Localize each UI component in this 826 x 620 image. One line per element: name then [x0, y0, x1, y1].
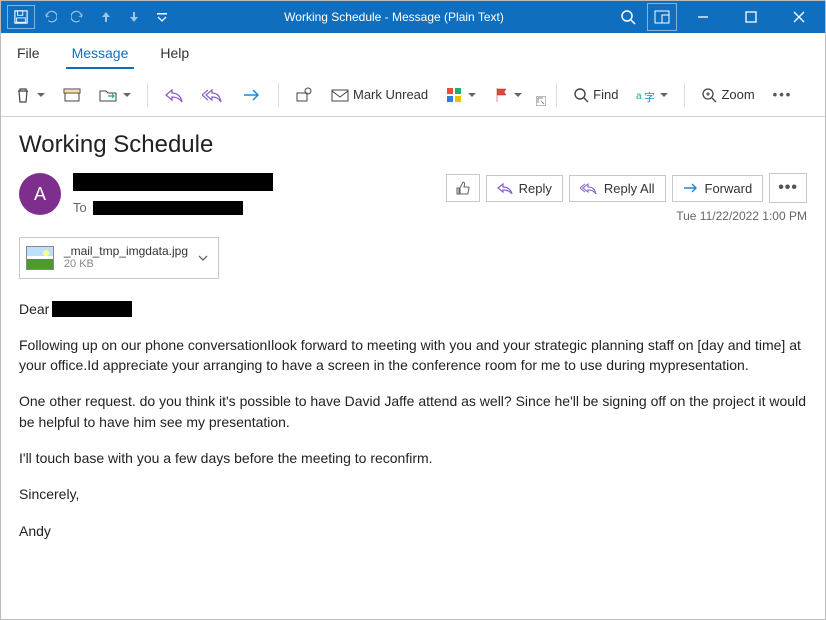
body-paragraph-1: Following up on our phone conversationIl…: [19, 335, 807, 376]
ribbon-zoom-label: Zoom: [721, 87, 754, 102]
minimize-icon: [697, 11, 709, 23]
chevron-down-icon: [660, 93, 668, 97]
attachment-name: _mail_tmp_imgdata.jpg: [64, 244, 188, 258]
ribbon-reply-all-button[interactable]: [196, 83, 230, 107]
share-teams-icon: [295, 87, 313, 103]
body-paragraph-3: I'll touch base with you a few days befo…: [19, 448, 807, 468]
tab-help[interactable]: Help: [154, 37, 195, 69]
search-icon: [620, 9, 636, 25]
more-actions-button[interactable]: •••: [769, 173, 807, 203]
maximize-button[interactable]: [729, 1, 773, 33]
to-label: To: [73, 200, 87, 215]
titlebar: Working Schedule - Message (Plain Text): [1, 1, 825, 33]
qat-down-button[interactable]: [121, 3, 147, 31]
categorize-icon: [446, 87, 462, 103]
archive-icon: [63, 88, 81, 102]
titlebar-search-button[interactable]: [613, 3, 643, 31]
reply-all-icon: [580, 182, 598, 194]
move-folder-icon: [99, 88, 117, 102]
ribbon-mark-unread-button[interactable]: Mark Unread: [325, 83, 434, 106]
forward-arrow-icon: [242, 88, 262, 102]
svg-text:字: 字: [644, 90, 654, 103]
ribbon-forward-button[interactable]: [236, 84, 268, 106]
titlebar-upcoming-button[interactable]: [647, 3, 677, 31]
ribbon-move-button[interactable]: [93, 84, 137, 106]
close-icon: [793, 11, 805, 23]
message-timestamp: Tue 11/22/2022 1:00 PM: [676, 209, 807, 223]
ribbon: Mark Unread Find a字 Zoom •••: [1, 73, 825, 117]
ribbon-categorize-button[interactable]: [440, 83, 482, 107]
reply-icon: [164, 87, 184, 103]
sender-avatar[interactable]: A: [19, 173, 61, 215]
tab-file[interactable]: File: [11, 37, 46, 69]
body-signature: Andy: [19, 521, 807, 541]
forward-label: Forward: [705, 181, 753, 196]
envelope-icon: [331, 88, 349, 102]
qat-undo-button[interactable]: [37, 3, 63, 31]
qat-up-button[interactable]: [93, 3, 119, 31]
reply-button[interactable]: Reply: [486, 175, 563, 202]
ribbon-archive-button[interactable]: [57, 84, 87, 106]
attachment-dropdown[interactable]: [198, 254, 208, 262]
like-button[interactable]: [446, 174, 480, 202]
message-pane: Working Schedule A To Reply: [1, 117, 825, 565]
ribbon-more-button[interactable]: •••: [767, 83, 799, 106]
ribbon-find-button[interactable]: Find: [567, 83, 624, 107]
recipient-redacted: [93, 201, 243, 215]
search-icon: [573, 87, 589, 103]
body-closing: Sincerely,: [19, 484, 807, 504]
zoom-icon: [701, 87, 717, 103]
thumbs-up-icon: [455, 180, 471, 196]
chevron-down-icon: [514, 93, 522, 97]
ribbon-zoom-button[interactable]: Zoom: [695, 83, 760, 107]
flag-icon: [494, 87, 508, 103]
qat-customize-button[interactable]: [149, 3, 175, 31]
chevron-down-icon: [37, 93, 45, 97]
message-body: Dear Following up on our phone conversat…: [19, 299, 807, 541]
menubar: File Message Help: [1, 33, 825, 73]
chevron-down-icon: [468, 93, 476, 97]
trash-icon: [15, 87, 31, 103]
window-mode-icon: [654, 10, 670, 24]
tab-message[interactable]: Message: [66, 37, 135, 69]
ribbon-mark-unread-label: Mark Unread: [353, 87, 428, 102]
reply-icon: [497, 182, 513, 194]
forward-button[interactable]: Forward: [672, 175, 764, 202]
svg-text:a: a: [636, 91, 642, 102]
qat-redo-button[interactable]: [65, 3, 91, 31]
chevron-down-icon: [198, 254, 208, 262]
reply-label: Reply: [519, 181, 552, 196]
attachment-size: 20 KB: [64, 258, 188, 271]
reply-all-button[interactable]: Reply All: [569, 175, 666, 202]
message-subject: Working Schedule: [19, 131, 807, 159]
ribbon-translate-button[interactable]: a字: [630, 83, 674, 107]
ribbon-share-button[interactable]: [289, 83, 319, 107]
reply-all-label: Reply All: [604, 181, 655, 196]
qat-save-button[interactable]: [7, 5, 35, 29]
maximize-icon: [745, 11, 757, 23]
chevron-down-icon: [123, 93, 131, 97]
translate-icon: a字: [636, 87, 654, 103]
body-salutation: Dear: [19, 299, 49, 319]
ribbon-tags-launcher[interactable]: [536, 96, 546, 106]
minimize-button[interactable]: [681, 1, 725, 33]
ribbon-find-label: Find: [593, 87, 618, 102]
sender-name-redacted: [73, 173, 273, 191]
ribbon-reply-button[interactable]: [158, 83, 190, 107]
close-button[interactable]: [777, 1, 821, 33]
body-paragraph-2: One other request. do you think it's pos…: [19, 391, 807, 432]
salutation-name-redacted: [52, 301, 132, 317]
ribbon-flag-button[interactable]: [488, 83, 528, 107]
forward-arrow-icon: [683, 183, 699, 193]
window-title: Working Schedule - Message (Plain Text): [175, 10, 613, 24]
ribbon-delete-button[interactable]: [9, 83, 51, 107]
reply-all-icon: [202, 87, 224, 103]
attachment-item[interactable]: _mail_tmp_imgdata.jpg 20 KB: [19, 237, 219, 279]
attachment-thumbnail-icon: [26, 246, 54, 270]
